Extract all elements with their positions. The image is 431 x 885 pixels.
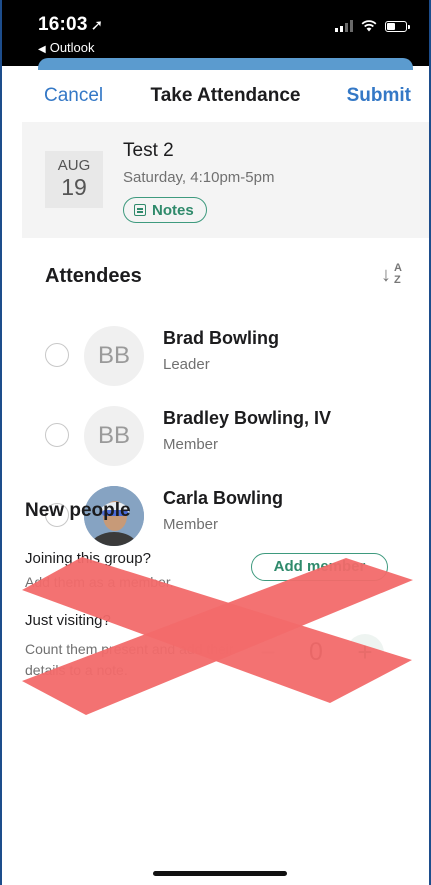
visiting-question: Just visiting? xyxy=(25,612,111,629)
back-app-label: Outlook xyxy=(49,40,95,55)
attendees-header: Attendees ↓ AZ xyxy=(22,238,429,318)
event-time: Saturday, 4:10pm-5pm xyxy=(123,169,275,186)
notes-label: Notes xyxy=(152,201,194,219)
attendee-row[interactable]: BB Brad Bowling Leader xyxy=(22,318,429,398)
event-title: Test 2 xyxy=(123,140,174,161)
joining-question: Joining this group? xyxy=(25,550,151,567)
status-time: 16:03 ➚ xyxy=(38,14,104,35)
back-to-app-link[interactable]: ◀ Outlook xyxy=(38,40,95,55)
attendee-name: Carla Bowling xyxy=(163,488,284,508)
home-indicator[interactable] xyxy=(153,871,287,876)
nav-bar: Take Attendance Cancel Submit xyxy=(22,70,429,122)
attendance-checkbox[interactable] xyxy=(45,343,69,367)
joining-subtext: Add them as a member. xyxy=(25,574,174,590)
submit-button[interactable]: Submit xyxy=(347,85,411,107)
wifi-icon xyxy=(361,20,377,32)
status-icons xyxy=(335,20,410,32)
attendees-title: Attendees xyxy=(45,265,142,287)
new-people-title: New people xyxy=(25,500,131,521)
battery-icon xyxy=(385,20,410,32)
cellular-signal-icon xyxy=(335,20,353,32)
event-month: AUG xyxy=(57,157,91,174)
location-arrow-icon: ➚ xyxy=(90,17,104,34)
status-bar: 16:03 ➚ ◀ Outlook xyxy=(0,0,431,66)
event-day: 19 xyxy=(61,174,87,200)
attendee-role: Member xyxy=(163,516,219,533)
sort-az-icon[interactable]: ↓ AZ xyxy=(381,262,407,292)
event-date-box: AUG 19 xyxy=(45,151,103,208)
avatar: BB xyxy=(84,406,144,466)
add-member-button[interactable]: Add member xyxy=(251,553,388,581)
window-edge-left xyxy=(0,0,2,885)
attendee-role: Member xyxy=(163,436,219,453)
increment-button[interactable]: + xyxy=(346,634,384,672)
attendance-sheet: Take Attendance Cancel Submit AUG 19 Tes… xyxy=(22,70,429,885)
back-triangle-icon: ◀ xyxy=(38,44,46,55)
attendance-checkbox[interactable] xyxy=(45,423,69,447)
decrement-button[interactable]: − xyxy=(249,634,287,672)
visitor-count: 0 xyxy=(309,638,323,666)
attendee-row[interactable]: BB Bradley Bowling, IV Member xyxy=(22,398,429,478)
notes-button[interactable]: Notes xyxy=(123,197,207,223)
cancel-button[interactable]: Cancel xyxy=(44,85,103,107)
visiting-subtext: Count them present and add their details… xyxy=(25,641,234,678)
attendee-name: Bradley Bowling, IV xyxy=(163,408,332,428)
event-card: AUG 19 Test 2 Saturday, 4:10pm-5pm Notes xyxy=(22,122,429,238)
note-icon xyxy=(134,204,146,216)
avatar: BB xyxy=(84,326,144,386)
attendee-name: Brad Bowling xyxy=(163,328,279,348)
attendee-role: Leader xyxy=(163,356,210,373)
